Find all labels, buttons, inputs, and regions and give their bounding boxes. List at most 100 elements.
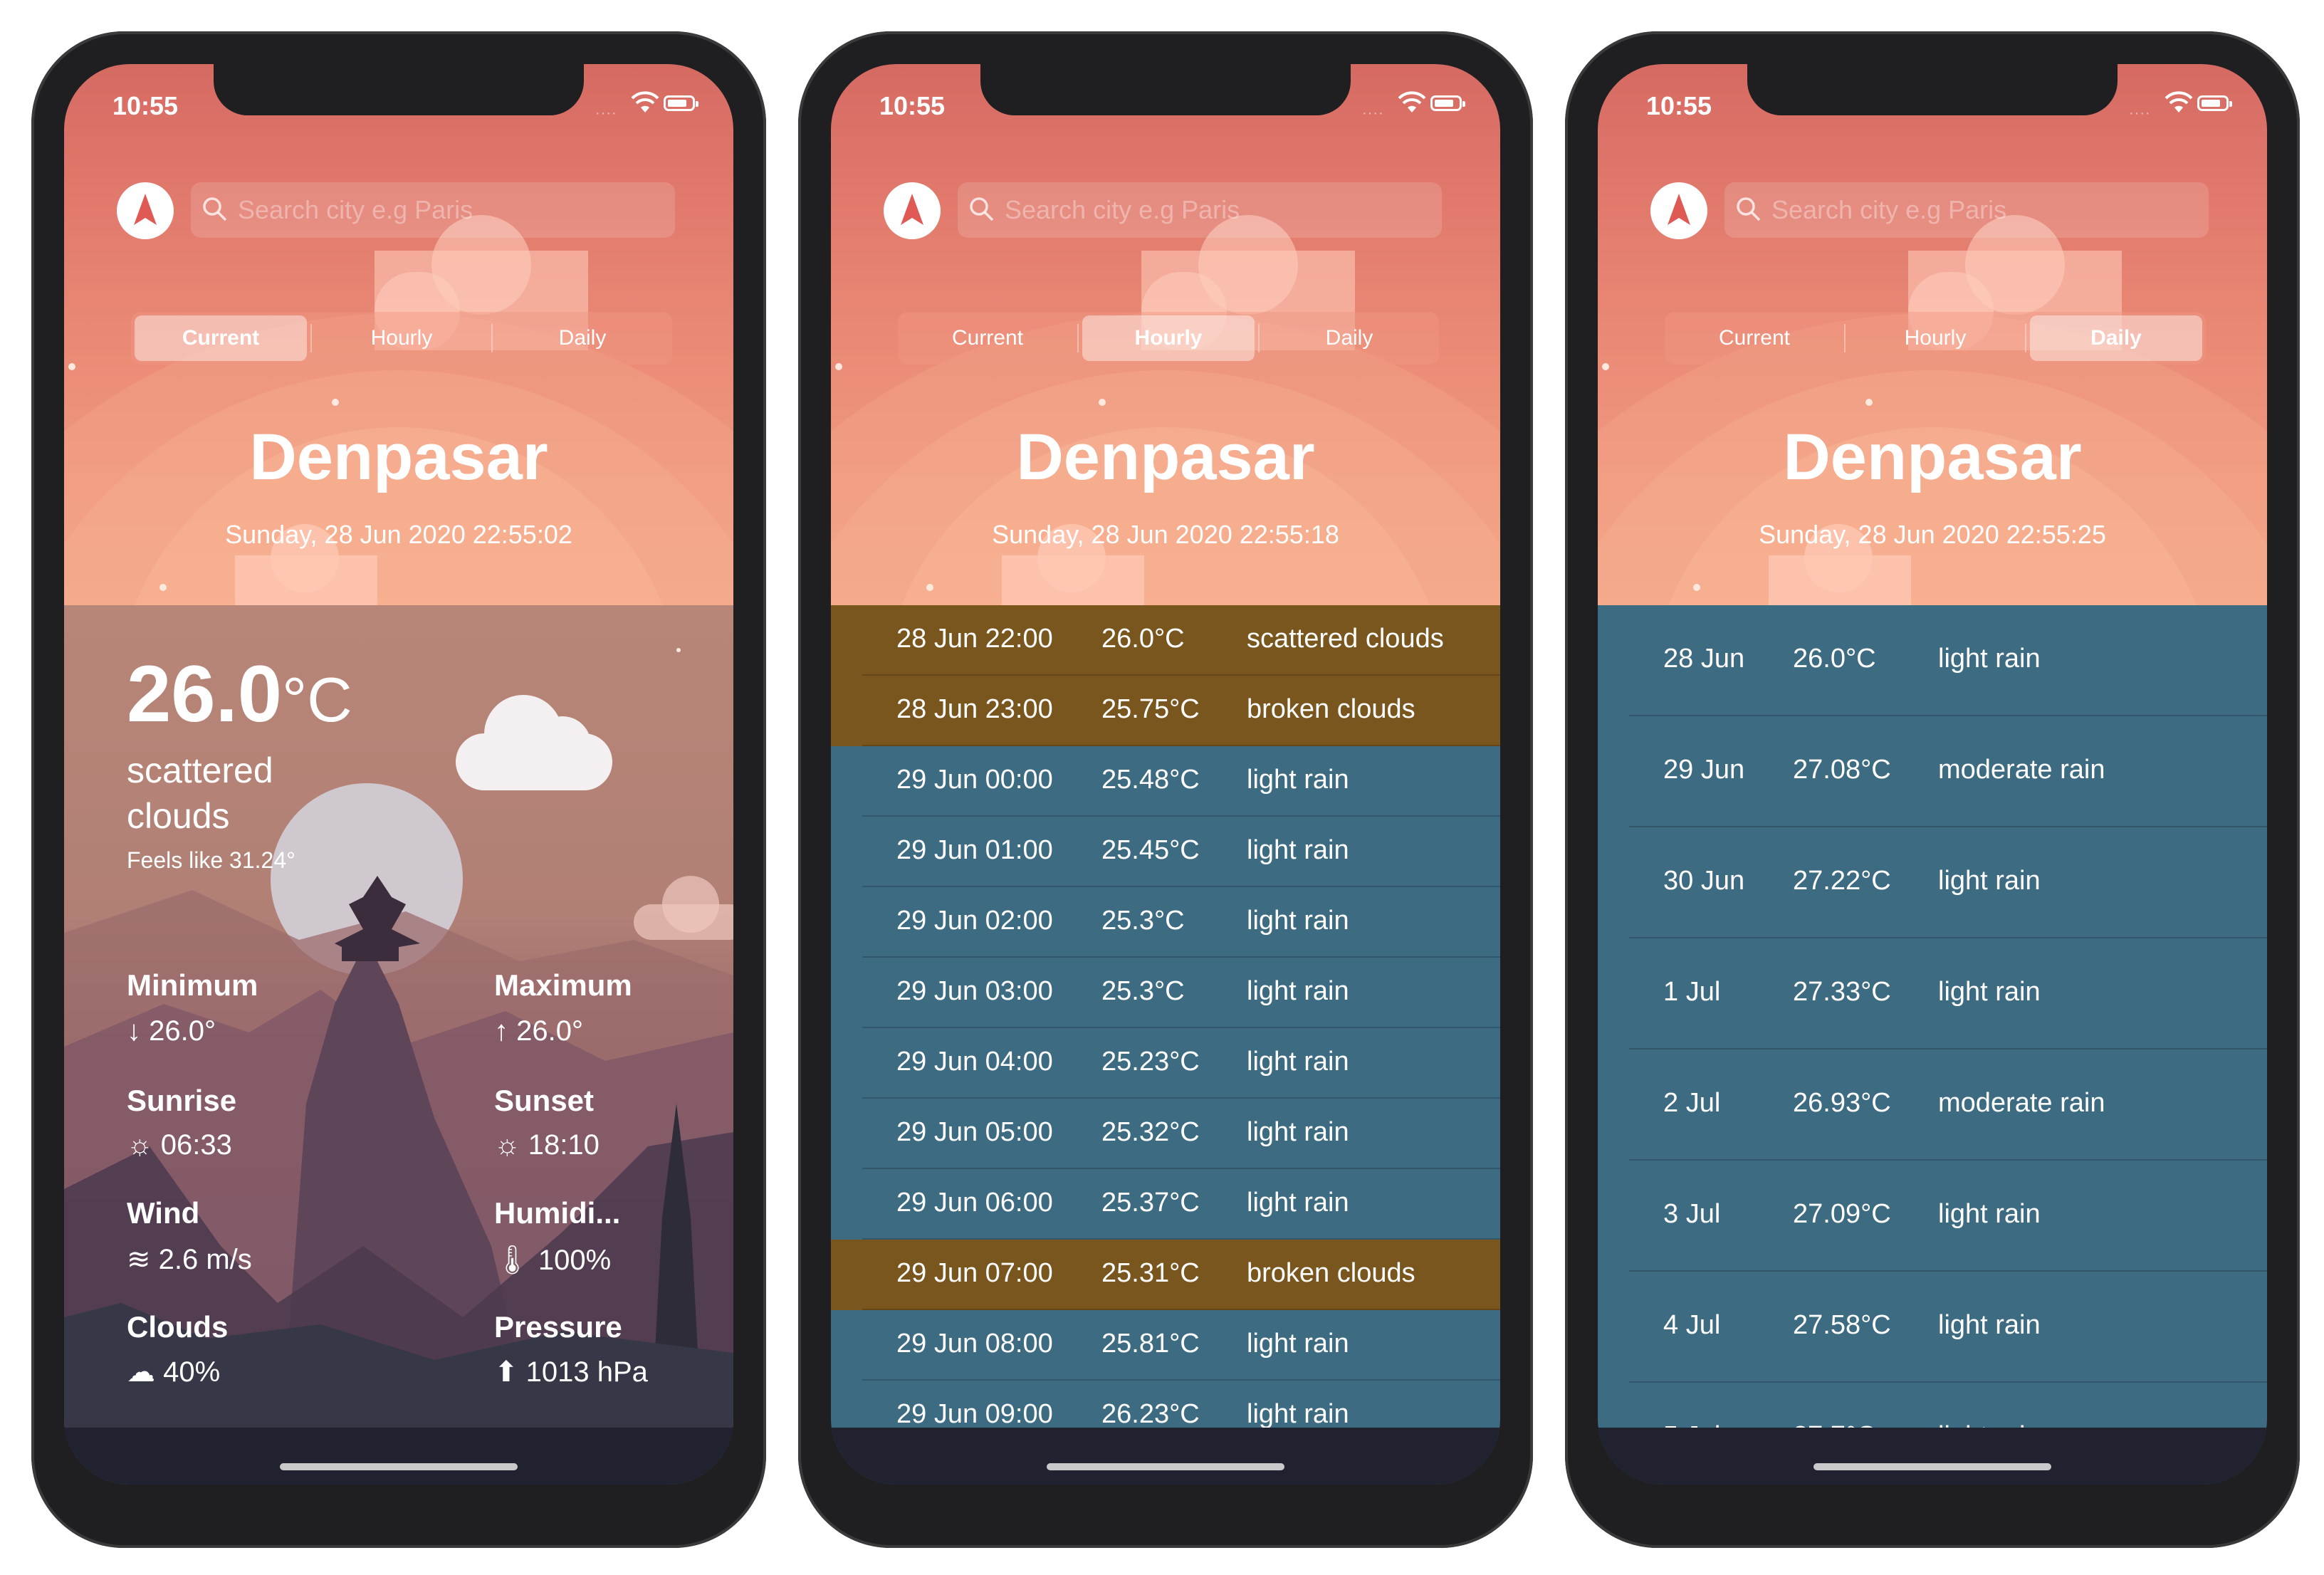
tab-current[interactable]: Current (135, 315, 307, 361)
daily-row[interactable]: 3 Jul 27.09°C light rain (1598, 1161, 2267, 1272)
hourly-time: 29 Jun 05:00 (896, 1117, 1053, 1147)
screen-daily: 10:55 ···· Current Hourly Daily Denpasar… (1598, 64, 2267, 1485)
hourly-row[interactable]: 29 Jun 06:00 25.37°C light rain (831, 1169, 1500, 1240)
hourly-temp: 25.23°C (1101, 1047, 1200, 1077)
thermometer-icon: 🌡 (494, 1245, 530, 1276)
daily-description: moderate rain (1938, 755, 2105, 785)
daily-description: light rain (1938, 1199, 2041, 1229)
daily-temp: 26.93°C (1793, 1088, 1891, 1118)
daily-row[interactable]: 28 Jun 26.0°C light rain (1598, 605, 2267, 716)
screen-hourly: 10:55 ···· Current Hourly Daily Denpasar… (831, 64, 1500, 1485)
daily-date: 29 Jun (1663, 755, 1745, 785)
hourly-row[interactable]: 29 Jun 03:00 25.3°C light rain (831, 958, 1500, 1028)
hourly-row[interactable]: 29 Jun 07:00 25.31°C broken clouds (831, 1240, 1500, 1310)
clouds-label: Clouds (127, 1310, 229, 1344)
hourly-row[interactable]: 29 Jun 01:00 25.45°C light rain (831, 817, 1500, 887)
humidity-value: 🌡 100% (494, 1245, 612, 1276)
hourly-time: 29 Jun 01:00 (896, 835, 1053, 865)
sunrise-icon: ☼ (127, 1129, 153, 1161)
home-indicator[interactable] (1047, 1463, 1284, 1470)
tab-bar: Current Hourly Daily (898, 312, 1439, 365)
daily-description: light rain (1938, 977, 2041, 1007)
location-button[interactable] (117, 182, 174, 239)
location-arrow-icon (901, 194, 923, 225)
hourly-time: 29 Jun 09:00 (896, 1399, 1053, 1429)
humidity-label: Humidi... (494, 1196, 621, 1230)
daily-row[interactable]: 30 Jun 27.22°C light rain (1598, 827, 2267, 938)
search-input[interactable] (1770, 188, 2193, 232)
daily-date: 3 Jul (1663, 1199, 1721, 1229)
hourly-description: broken clouds (1247, 694, 1415, 724)
hourly-row[interactable]: 28 Jun 23:00 25.75°C broken clouds (831, 676, 1500, 746)
tab-daily[interactable]: Daily (1263, 315, 1435, 361)
sunrise-value: ☼ 06:33 (127, 1129, 232, 1161)
phone-hourly: 10:55 ···· Current Hourly Daily Denpasar… (798, 31, 1533, 1548)
tab-hourly[interactable]: Hourly (1849, 315, 2021, 361)
tab-daily[interactable]: Daily (2030, 315, 2202, 361)
hourly-description: broken clouds (1247, 1258, 1415, 1288)
city-name: Denpasar (249, 421, 548, 493)
condition-text: scattered clouds (127, 750, 273, 836)
search-icon (203, 197, 227, 221)
daily-row[interactable]: 1 Jul 27.33°C light rain (1598, 938, 2267, 1050)
hourly-row[interactable]: 29 Jun 02:00 25.3°C light rain (831, 887, 1500, 958)
sunset-value: ☼ 18:10 (494, 1129, 600, 1161)
cloud-icon: ☁ (127, 1356, 155, 1388)
search-input[interactable] (236, 188, 659, 232)
daily-row[interactable]: 2 Jul 26.93°C moderate rain (1598, 1050, 2267, 1161)
feels-like: Feels like 31.24° (127, 847, 295, 873)
hourly-row[interactable]: 29 Jun 04:00 25.23°C light rain (831, 1028, 1500, 1099)
wifi-icon (1398, 91, 1426, 112)
minimum-value: ↓ 26.0° (127, 1015, 216, 1047)
sunrise-label: Sunrise (127, 1084, 237, 1117)
tab-hourly[interactable]: Hourly (315, 315, 488, 361)
search-input[interactable] (1003, 188, 1426, 232)
home-indicator[interactable] (1813, 1463, 2051, 1470)
tab-current[interactable]: Current (901, 315, 1074, 361)
search-bar[interactable] (958, 182, 1442, 238)
daily-forecast-list[interactable]: 28 Jun 26.0°C light rain 29 Jun 27.08°C moder… (1598, 605, 2267, 1485)
location-button[interactable] (884, 182, 941, 239)
location-button[interactable] (1650, 182, 1707, 239)
search-bar[interactable] (1724, 182, 2209, 238)
hourly-time: 29 Jun 06:00 (896, 1188, 1053, 1218)
pressure-arrow-icon: ⬆ (494, 1356, 518, 1388)
wind-label: Wind (127, 1196, 200, 1230)
hourly-time: 29 Jun 07:00 (896, 1258, 1053, 1288)
search-icon (970, 197, 994, 221)
tab-hourly[interactable]: Hourly (1082, 315, 1255, 361)
sunset-icon: ☼ (494, 1129, 520, 1161)
hourly-time: 29 Jun 00:00 (896, 765, 1053, 795)
hourly-description: light rain (1247, 906, 1349, 936)
hourly-time: 29 Jun 03:00 (896, 976, 1053, 1006)
hourly-temp: 25.75°C (1101, 694, 1200, 724)
city-name: Denpasar (1016, 421, 1315, 493)
hourly-time: 29 Jun 04:00 (896, 1047, 1053, 1077)
hourly-temp: 25.81°C (1101, 1329, 1200, 1359)
sunset-label: Sunset (494, 1084, 595, 1117)
daily-temp: 27.22°C (1793, 866, 1891, 896)
phone-current: 10:55 ···· Current Hourly Daily Denpasar… (31, 31, 766, 1548)
hourly-row[interactable]: 28 Jun 22:00 26.0°C scattered clouds (831, 605, 1500, 676)
signal-icon: ···· (595, 105, 617, 121)
status-time: 10:55 (879, 91, 946, 120)
search-bar[interactable] (191, 182, 675, 238)
tab-current[interactable]: Current (1668, 315, 1841, 361)
tab-daily[interactable]: Daily (496, 315, 669, 361)
daily-row[interactable]: 29 Jun 27.08°C moderate rain (1598, 716, 2267, 827)
home-indicator[interactable] (280, 1463, 518, 1470)
current-temperature: 26.0°C (127, 649, 352, 738)
wind-icon: ≋ (127, 1244, 151, 1275)
hourly-forecast-list[interactable]: 28 Jun 22:00 26.0°C scattered clouds 28 Jun… (831, 605, 1500, 1485)
hourly-description: light rain (1247, 1117, 1349, 1147)
hourly-row[interactable]: 29 Jun 08:00 25.81°C light rain (831, 1310, 1500, 1381)
screen-current: 10:55 ···· Current Hourly Daily Denpasar… (64, 64, 733, 1485)
hourly-row[interactable]: 29 Jun 00:00 25.48°C light rain (831, 746, 1500, 817)
location-arrow-icon (134, 194, 157, 225)
hourly-row[interactable]: 29 Jun 05:00 25.32°C light rain (831, 1099, 1500, 1169)
wifi-icon (631, 91, 659, 112)
location-arrow-icon (1668, 194, 1690, 225)
daily-row[interactable]: 4 Jul 27.58°C light rain (1598, 1272, 2267, 1383)
daily-temp: 27.33°C (1793, 977, 1891, 1007)
daily-temp: 26.0°C (1793, 644, 1876, 674)
